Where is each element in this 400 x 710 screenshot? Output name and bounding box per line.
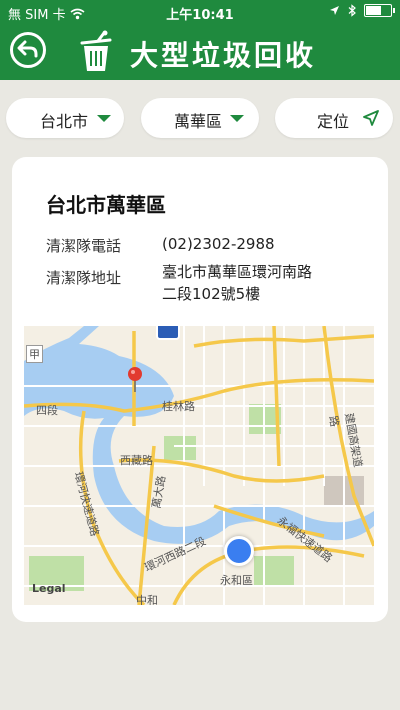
locate-button-label: 定位 bbox=[317, 112, 350, 131]
city-dropdown-label: 台北市 bbox=[40, 112, 89, 131]
map-view[interactable]: 甲 四段 桂林路 西藏路 萬大路 環河西路二段 永和區 環河快速道路 永福快速道… bbox=[24, 326, 374, 605]
bluetooth-icon bbox=[348, 4, 356, 17]
card-title: 台北市萬華區 bbox=[46, 193, 166, 217]
phone-value[interactable]: (02)2302-2988 bbox=[162, 233, 275, 255]
status-right bbox=[329, 4, 395, 17]
user-location-marker bbox=[224, 536, 254, 566]
address-line-2: 二段102號5樓 bbox=[162, 285, 261, 303]
trash-bin-icon bbox=[80, 30, 112, 71]
page-title: 大型垃圾回收 bbox=[130, 39, 317, 72]
map-canvas bbox=[24, 326, 374, 605]
map-legal-link[interactable]: Legal bbox=[32, 582, 66, 595]
district-dropdown-label: 萬華區 bbox=[174, 112, 223, 131]
map-label: 甲 bbox=[26, 345, 43, 363]
nav-bar: 大型垃圾回收 bbox=[0, 24, 400, 80]
address-value: 臺北市萬華區環河南路 二段102號5樓 bbox=[162, 261, 312, 305]
district-dropdown[interactable]: 萬華區 bbox=[141, 98, 259, 138]
location-services-icon bbox=[330, 6, 339, 15]
info-card: 台北市萬華區 清潔隊電話 (02)2302-2988 清潔隊地址 臺北市萬華區環… bbox=[12, 157, 388, 622]
map-pin-icon[interactable] bbox=[126, 366, 144, 392]
highway-shield bbox=[156, 326, 180, 340]
phone-label: 清潔隊電話 bbox=[46, 237, 122, 255]
map-label: 西藏路 bbox=[120, 454, 153, 467]
back-button[interactable] bbox=[10, 32, 46, 68]
map-label: 四段 bbox=[36, 404, 58, 417]
map-label: 中和 bbox=[136, 594, 158, 605]
status-bar: 無 SIM 卡 上午10:41 bbox=[0, 0, 400, 24]
address-label: 清潔隊地址 bbox=[46, 269, 122, 287]
chevron-down-icon bbox=[230, 115, 244, 122]
map-label: 永和區 bbox=[220, 574, 253, 587]
location-arrow-icon bbox=[363, 110, 379, 126]
map-label: 桂林路 bbox=[162, 400, 195, 413]
chevron-down-icon bbox=[97, 115, 111, 122]
address-line-1: 臺北市萬華區環河南路 bbox=[162, 263, 313, 281]
back-arrow-icon bbox=[17, 40, 38, 58]
city-dropdown[interactable]: 台北市 bbox=[6, 98, 124, 138]
battery-icon bbox=[364, 4, 395, 17]
locate-button[interactable]: 定位 bbox=[275, 98, 393, 138]
